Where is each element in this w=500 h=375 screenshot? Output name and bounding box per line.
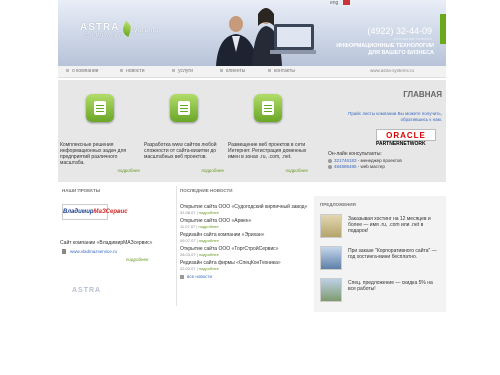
news-item-meta: 11.07.07 | подробнее — [180, 224, 219, 229]
offer-item[interactable]: Заказывая хостинг на 12 месяцев и более … — [320, 214, 444, 240]
offer-thumb — [320, 246, 342, 270]
header: ASTRA systems COMPANY eng (4922) 32-44-0… — [58, 0, 446, 66]
offer-item[interactable]: При заказе "Корпоративного сайта" — год … — [320, 246, 444, 272]
partner-network-label: PARTNERNETWORK — [376, 141, 426, 147]
news-item: Открытие сайта ООО «ТоргСтройСервис» 28.… — [180, 246, 310, 257]
news-more[interactable]: подробнее — [199, 252, 219, 257]
footer-logo: ASTRA — [72, 287, 102, 294]
phone: (4922) 32-44-09 контактный телефон — [367, 26, 432, 41]
news-item-meta: 09.07.07 | подробнее — [180, 238, 219, 243]
service-text: Разработка www сайтов любой сложности от… — [144, 142, 217, 160]
logo-sub: COMPANY — [84, 33, 124, 39]
price-link[interactable]: Прайс листы компании Вы можете получить,… — [328, 111, 442, 123]
service-text: Комплексные решения информационных задач… — [60, 142, 127, 166]
news-item: Редизайн сайта фирмы «СпецКонТехника» 22… — [180, 260, 310, 271]
contact-webmaster[interactable]: 484886485 - web мастер — [328, 164, 442, 169]
site-url[interactable]: www.astra-systems.ru — [370, 68, 414, 73]
contact-role: - менеджер проектов — [356, 158, 402, 163]
news-more[interactable]: подробнее — [199, 224, 219, 229]
icq-icon — [328, 164, 332, 169]
contact-role: - web мастер — [356, 164, 385, 169]
nav-contacts[interactable]: контакты — [268, 68, 295, 74]
project-logo-b: МаЗСервис — [93, 209, 128, 215]
news-item-meta: 28.03.07 | подробнее — [180, 252, 219, 257]
oracle-logo[interactable]: ORACLE — [376, 129, 436, 141]
brand-accent — [440, 14, 446, 44]
project-more-link[interactable]: подробнее — [126, 257, 149, 262]
news-date: 11.07.07 — [180, 224, 196, 229]
projects-title: НАШИ ПРОЕКТЫ — [62, 188, 101, 193]
contact-number[interactable]: 484886485 — [334, 164, 357, 169]
logo-text: ASTRA — [80, 22, 120, 33]
service-text: Размещение веб проектов в сети Интернет.… — [228, 142, 307, 160]
slogan: ИНФОРМАЦИОННЫЕ ТЕХНОЛОГИИ ДЛЯ ВАШЕГО БИЗ… — [336, 43, 434, 56]
offer-text[interactable]: Заказывая хостинг на 12 месяцев и более … — [348, 216, 442, 234]
news-item-meta: 31.08.07 | подробнее — [180, 210, 219, 215]
offer-text[interactable]: При заказе "Корпоративного сайта" — год … — [348, 248, 442, 260]
hosting-icon[interactable] — [254, 94, 282, 122]
news-more[interactable]: подробнее — [199, 210, 219, 215]
all-news-link[interactable]: все новости — [180, 274, 310, 279]
offer-thumb — [320, 278, 342, 302]
nav-about[interactable]: о компании — [66, 68, 98, 74]
flag-icon[interactable] — [342, 0, 350, 6]
offers-title: ПРЕДЛОЖЕНИЯ — [320, 202, 356, 207]
project-caption: Сайт компании «ВладимирМАЗсервис» — [60, 240, 153, 246]
news-date: 09.07.07 — [180, 238, 196, 243]
phone-caption: контактный телефон — [393, 36, 432, 41]
service-hosting: Размещение веб проектов в сети Интернет.… — [228, 84, 308, 176]
news-date: 22.02.07 — [180, 266, 196, 271]
divider — [176, 186, 177, 306]
solutions-icon[interactable] — [86, 94, 114, 122]
nav-services[interactable]: услуги — [172, 68, 193, 74]
web-dev-icon[interactable] — [170, 94, 198, 122]
service-solutions: Комплексные решения информационных задач… — [60, 84, 140, 176]
news-more[interactable]: подробнее — [199, 266, 219, 271]
logo-systems: systems — [130, 28, 160, 34]
more-link[interactable]: подробнее — [201, 168, 224, 173]
nav-clients[interactable]: клиенты — [220, 68, 245, 74]
news-item-meta: 22.02.07 | подробнее — [180, 266, 219, 271]
news-list: Открытие сайта ООО «Судогодский кирпичны… — [180, 204, 310, 279]
offer-text[interactable]: Спец. предложение — скидка 5% на все раб… — [348, 280, 442, 292]
sidebar: ГЛАВНАЯ Прайс листы компании Вы можете п… — [328, 90, 442, 169]
contact-manager[interactable]: 321746183 - менеджер проектов — [328, 158, 442, 163]
offers-panel: ПРЕДЛОЖЕНИЯ Заказывая хостинг на 12 меся… — [314, 196, 446, 312]
icq-icon — [328, 158, 332, 163]
project-logo-a: Владимир — [63, 209, 94, 215]
news-item: Открытие сайта ООО «Судогодский кирпичны… — [180, 204, 310, 215]
lang-eng[interactable]: eng — [330, 0, 338, 6]
more-link[interactable]: подробнее — [285, 168, 308, 173]
news-date: 31.08.07 — [180, 210, 196, 215]
news-more[interactable]: подробнее — [199, 238, 219, 243]
logo[interactable]: ASTRA systems COMPANY — [80, 21, 158, 39]
news-date: 28.03.07 — [180, 252, 196, 257]
news-item: Редизайн сайта компании «Эрихан» 09.07.0… — [180, 232, 310, 243]
lang-switch[interactable]: eng — [330, 0, 353, 8]
news-title: ПОСЛЕДНИЕ НОВОСТИ — [180, 188, 233, 193]
nav-news[interactable]: новости — [120, 68, 145, 74]
services-band: Комплексные решения информационных задач… — [58, 80, 446, 182]
more-link[interactable]: подробнее — [117, 168, 140, 173]
project-link[interactable]: www.vladmazservice.ru — [70, 249, 117, 254]
phone-number: (4922) 32-44-09 — [367, 26, 432, 36]
service-web-dev: Разработка www сайтов любой сложности от… — [144, 84, 224, 176]
online-title: Он-лайн консультанты: — [328, 151, 382, 157]
offer-thumb — [320, 214, 342, 238]
project-logo[interactable]: ВладимирМаЗСервис — [62, 204, 128, 220]
page-title: ГЛАВНАЯ — [403, 90, 442, 99]
news-item: Открытие сайта ООО «Арвен» 11.07.07 | по… — [180, 218, 310, 229]
contact-number[interactable]: 321746183 — [334, 158, 357, 163]
offer-item[interactable]: Спец. предложение — скидка 5% на все раб… — [320, 278, 444, 304]
page: ASTRA systems COMPANY eng (4922) 32-44-0… — [58, 0, 446, 312]
main-nav: о компании новости услуги клиенты контак… — [58, 66, 446, 78]
header-photo — [216, 8, 316, 66]
link-icon — [62, 249, 66, 254]
lower-section: НАШИ ПРОЕКТЫ ВладимирМаЗСервис Сайт комп… — [58, 182, 446, 312]
